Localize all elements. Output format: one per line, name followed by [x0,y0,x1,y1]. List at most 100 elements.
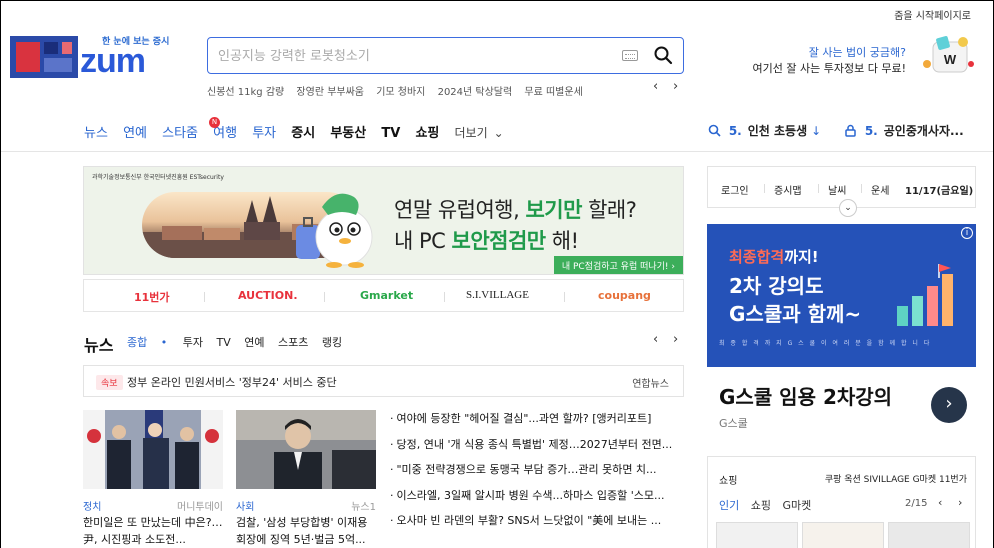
ranking-item[interactable]: 5. 공인중개사자... [844,122,964,139]
zum-logo[interactable]: 한 눈에 보는 증시 zum [10,34,175,80]
promo-line2: 여기선 잘 사는 투자정보 다 무료! [752,62,906,75]
nav-item-stock[interactable]: 증시 [291,122,315,141]
weather-link[interactable]: 날씨 [828,182,846,197]
mascot-with-suitcase [296,193,373,268]
ad-caption-title: G스쿨 임용 2차강의 [719,385,893,409]
trending-next-icon[interactable]: › [673,79,678,94]
arrow-right-icon[interactable]: › [931,387,967,423]
nav-item-starzum[interactable]: 스타줌 [162,122,198,141]
search-input[interactable] [218,46,608,66]
shopping-ticker[interactable]: 쿠팡 옥션 SIVILLAGE G마켓 11번가 [825,472,967,485]
trending-keyword[interactable]: 기모 청바지 [376,87,425,98]
gschool-ad[interactable]: i 최종합격까지! 2차 강의도 G스쿨과 함께~ 최 종 합 격 까 지 G 스… [707,224,976,367]
nav-more-label: 더보기 [454,126,488,140]
news-tab-tv[interactable]: TV [217,336,231,349]
headline-item[interactable]: "미중 전략경쟁으로 동맹국 부담 증가…관리 못하면 치... [390,461,680,487]
breaking-text: 정부 온라인 민원서비스 '정부24' 서비스 중단 [127,376,337,389]
search-box [207,37,684,74]
shop-link-auction[interactable]: AUCTION. [238,289,298,302]
ad-caption[interactable]: G스쿨 임용 2차강의 G스쿨 › [707,367,976,444]
shopping-page-indicator: 2/15 [905,498,928,509]
shopping-tab-popular[interactable]: 인기 [719,499,739,512]
shopping-tab-gmarket[interactable]: G마켓 [783,499,812,512]
page-frame: 줌을 시작페이지로 한 눈에 보는 증시 zum 신봉선 11kg 감량 장영란… [0,0,994,548]
banner-cta-button[interactable]: 내 PC점검하고 유럽 떠나기! › [553,256,683,274]
svg-text:W: W [944,52,957,67]
nav-item-shopping[interactable]: 쇼핑 [415,122,439,141]
headline-list: 여야에 등장한 "헤어질 결심"...과연 할까? [앵커리포트] 당정, 연내… [390,410,680,538]
nav-item-entertainment[interactable]: 연예 [123,122,147,141]
shopping-next-icon[interactable]: › [958,496,962,509]
news-title: 한미일은 또 만났는데 中은?…尹, 시진핑과 소도전... [83,516,223,546]
banner-sponsor-logos: 과학기술정보통신부 한국인터넷진흥원 ESTsecurity [92,174,224,181]
headline-item[interactable]: 이스라엘, 3일째 알시파 병원 수색...하마스 입증할 '스모... [390,487,680,513]
stock-map-link[interactable]: 증시맵 [774,182,802,197]
nav-item-tv[interactable]: TV [381,126,400,141]
shopping-prev-icon[interactable]: ‹ [938,496,942,509]
ad-headline: 최종합격까지! [729,248,819,266]
keyboard-icon[interactable] [622,50,638,61]
nav-item-news[interactable]: 뉴스 [84,122,108,141]
ad-info-icon[interactable]: i [961,227,973,239]
news-card[interactable]: 사회 뉴스1 검찰, '삼성 부당합병' 이재용 회장에 징역 5년·벌금 5억… [236,410,376,546]
ad-advertiser: G스쿨 [719,417,748,430]
breaking-news[interactable]: 속보 정부 온라인 민원서비스 '정부24' 서비스 중단 연합뉴스 [83,365,684,397]
login-link[interactable]: 로그인 [721,182,749,197]
news-next-icon[interactable]: › [673,332,678,347]
news-card[interactable]: 정치 머니투데이 한미일은 또 만났는데 中은?…尹, 시진핑과 소도전... [83,410,223,546]
shop-link-11st[interactable]: 11번가 [134,289,170,305]
breaking-tag: 속보 [96,375,123,390]
news-tab-all[interactable]: 종합 [127,336,147,349]
search-icon[interactable] [653,45,673,65]
product-thumbnail[interactable] [716,522,798,548]
product-thumbnail[interactable] [802,522,884,548]
shopping-tabs: 인기 쇼핑 G마켓 [719,497,819,513]
news-tab-invest[interactable]: 투자 [183,336,203,349]
tab-dot: • [160,336,168,349]
trending-keywords: 신봉선 11kg 감량 장영란 부부싸움 기모 청바지 2024년 탁상달력 무… [207,83,592,98]
ranking-text: 공인중개사자... [883,124,964,138]
promo-wallet-icon: W [923,36,974,73]
shop-link-coupang[interactable]: coupang [598,289,651,302]
arrow-down-icon: ↓ [811,124,822,138]
news-category: 사회 [236,502,255,513]
shop-link-gmarket[interactable]: Gmarket [360,289,413,302]
promo-line1: 잘 사는 법이 궁금해? [808,46,906,59]
set-start-page-link[interactable]: 줌을 시작페이지로 [894,7,971,22]
trending-keyword[interactable]: 무료 띠별운세 [524,87,582,98]
news-tab-entertainment[interactable]: 연예 [244,336,264,349]
news-photo-chairman [236,410,376,489]
logo-mosaic [10,36,78,78]
main-nav: 뉴스 연예 스타줌 여행 투자 증시 부동산 TV 쇼핑 더보기 ⌄ N [84,117,515,142]
nav-more-button[interactable]: 더보기 ⌄ [455,124,504,141]
lock-icon [845,124,856,137]
shop-link-sivillage[interactable]: S.I.VILLAGE [466,289,529,301]
news-source: 머니투데이 [177,502,223,513]
trending-prev-icon[interactable]: ‹ [653,79,658,94]
news-tab-sports[interactable]: 스포츠 [278,336,308,349]
ad-fineprint: 최 종 합 격 까 지 G 스 쿨 이 여 러 분 을 함 께 합 니 다 [719,340,932,347]
invest-promo[interactable]: 잘 사는 법이 궁금해? 여기선 잘 사는 투자정보 다 무료! [741,45,906,77]
shopping-tab-shopping[interactable]: 쇼핑 [751,499,771,512]
trending-keyword[interactable]: 신봉선 11kg 감량 [207,87,284,98]
news-prev-icon[interactable]: ‹ [653,332,658,347]
trending-keyword[interactable]: 장영란 부부싸움 [296,87,364,98]
chevron-down-icon[interactable]: ⌄ [839,199,857,217]
news-source: 뉴스1 [351,502,376,513]
security-check-banner[interactable]: 과학기술정보통신부 한국인터넷진흥원 ESTsecurity 연말 유럽여행, … [83,166,684,275]
fortune-link[interactable]: 운세 [871,182,889,197]
ranking-number: 5. [864,124,878,138]
search-icon [708,124,721,137]
headline-item[interactable]: 여야에 등장한 "헤어질 결심"...과연 할까? [앵커리포트] [390,410,680,436]
trending-keyword[interactable]: 2024년 탁상달력 [438,87,513,98]
news-section-title: 뉴스 [84,336,114,355]
nav-item-invest[interactable]: 투자 [252,122,276,141]
headline-item[interactable]: 오사마 빈 라덴의 부활? SNS서 느닷없이 "美에 보내는 ... [390,512,680,538]
nav-item-realestate[interactable]: 부동산 [330,122,366,141]
headline-item[interactable]: 당정, 연내 '개 식용 종식 특별법' 제정…2027년부터 전면... [390,436,680,462]
news-photo-leaders [83,410,223,489]
ranking-item[interactable]: 5. 인천 초등생 ↓ [708,122,821,139]
news-tabs: 종합 • 투자 TV 연예 스포츠 랭킹 [127,334,352,350]
product-thumbnail[interactable] [888,522,970,548]
news-tab-ranking[interactable]: 랭킹 [322,336,342,349]
